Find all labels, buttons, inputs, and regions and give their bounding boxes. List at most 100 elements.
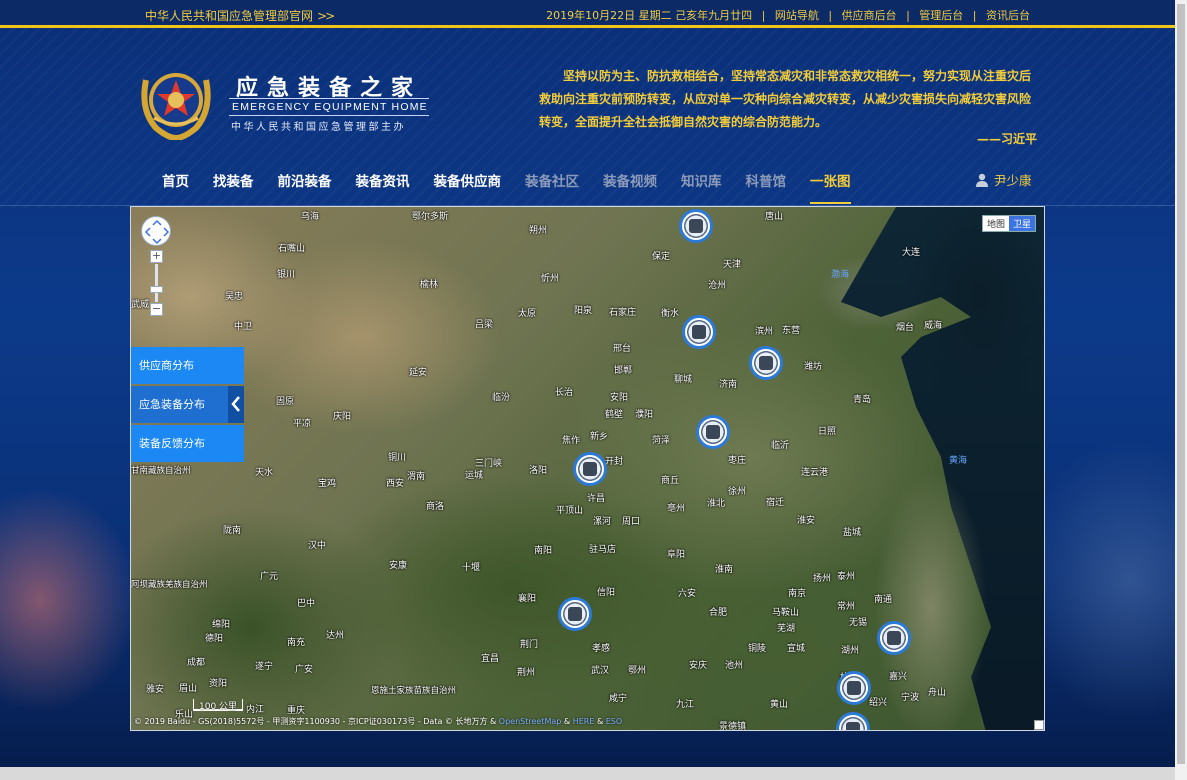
map-label: 湖州 xyxy=(841,646,860,656)
map-label: 榆林 xyxy=(420,280,439,290)
map-label: 六安 xyxy=(678,589,697,599)
map-label: 宁波 xyxy=(901,693,920,703)
quote-author: ——习近平 xyxy=(976,132,1037,146)
equipment-marker[interactable] xyxy=(573,452,607,486)
map-label: 十堰 xyxy=(462,563,481,573)
equipment-thumbnail-icon xyxy=(692,325,706,339)
map-label: 固原 xyxy=(276,397,295,407)
map-label: 枣庄 xyxy=(728,456,747,466)
zoom-in-button[interactable]: + xyxy=(150,250,163,263)
map-label: 景德镇 xyxy=(719,722,747,731)
vertical-scrollbar-thumb[interactable] xyxy=(1177,4,1185,764)
osm-link[interactable]: OpenStreetMap xyxy=(499,717,562,726)
nav-item-community[interactable]: 装备社区 xyxy=(525,168,579,198)
map-label: 舟山 xyxy=(928,688,947,698)
top-right-links: 2019年10月22日 星期二 己亥年九月廿四 | 网站导航 | 供应商后台 |… xyxy=(546,7,1030,23)
horizontal-scrollbar[interactable] xyxy=(0,767,1175,780)
map-label: 咸宁 xyxy=(609,694,628,704)
map-label: 雅安 xyxy=(146,685,165,695)
overview-map-toggle[interactable] xyxy=(1034,720,1044,730)
map-label: 聊城 xyxy=(674,375,693,385)
user-menu[interactable]: 尹少康 xyxy=(975,170,1032,189)
user-name[interactable]: 尹少康 xyxy=(994,170,1032,189)
equipment-marker[interactable] xyxy=(679,209,713,243)
distribution-panel: 供应商分布 应急装备分布 装备反馈分布 xyxy=(131,347,244,464)
equipment-marker[interactable] xyxy=(749,346,783,380)
map-label: 阿坝藏族羌族自治州 xyxy=(131,580,208,590)
zoom-slider-handle[interactable] xyxy=(150,286,163,293)
equipment-thumbnail-icon xyxy=(847,681,861,695)
map-label: 邢台 xyxy=(613,344,632,354)
divider xyxy=(229,98,429,99)
map-label: 天津 xyxy=(723,260,742,270)
panel-collapse-button[interactable] xyxy=(228,386,244,423)
map-label: 信阳 xyxy=(597,588,616,598)
map-label: 内江 xyxy=(246,705,265,715)
map-label: 沧州 xyxy=(708,281,727,291)
supplier-backend-link[interactable]: 供应商后台 xyxy=(842,9,897,22)
panel-item-feedback-distribution[interactable]: 装备反馈分布 xyxy=(131,425,244,462)
nav-item-home[interactable]: 首页 xyxy=(162,168,189,198)
nav-item-videos[interactable]: 装备视频 xyxy=(603,168,657,198)
map-label: 濮阳 xyxy=(635,410,654,420)
map-pan-control[interactable] xyxy=(141,216,171,246)
copyright-sep: & xyxy=(563,717,571,726)
official-site-label[interactable]: 中华人民共和国应急管理部官网 xyxy=(145,9,313,23)
map-view[interactable]: 乌海 鄂尔多斯 朔州 保定 唐山 天津 大连 渤海 石嘴山 银川 榆林 忻州 沧… xyxy=(130,206,1045,731)
equipment-marker[interactable] xyxy=(837,671,871,705)
map-label: 绍兴 xyxy=(869,698,888,708)
map-label: 青岛 xyxy=(853,395,872,405)
equipment-thumbnail-icon xyxy=(689,219,703,233)
nav-item-find-equipment[interactable]: 找装备 xyxy=(213,168,254,198)
equipment-marker[interactable] xyxy=(682,315,716,349)
map-label: 南充 xyxy=(287,638,306,648)
map-label: 潍坊 xyxy=(804,362,823,372)
map-label: 漯河 xyxy=(593,517,612,527)
map-label: 九江 xyxy=(676,700,695,710)
map-label: 资阳 xyxy=(209,679,228,689)
nav-item-equipment-news[interactable]: 装备资讯 xyxy=(356,168,410,198)
map-type-map-button[interactable]: 地图 xyxy=(983,216,1009,231)
map-label: 保定 xyxy=(652,252,671,262)
emergency-emblem-logo[interactable] xyxy=(138,60,214,142)
map-label: 商洛 xyxy=(426,502,445,512)
nav-item-one-map[interactable]: 一张图 xyxy=(810,168,851,204)
nav-item-suppliers[interactable]: 装备供应商 xyxy=(434,168,502,198)
map-type-satellite-button[interactable]: 卫星 xyxy=(1008,216,1035,231)
panel-item-supplier-distribution[interactable]: 供应商分布 xyxy=(131,347,244,384)
equipment-thumbnail-icon xyxy=(568,607,582,621)
map-label: 济南 xyxy=(719,380,738,390)
map-label: 乌海 xyxy=(301,212,320,222)
eso-link[interactable]: ESO xyxy=(606,717,622,726)
nav-item-frontier-equipment[interactable]: 前沿装备 xyxy=(278,168,332,198)
map-label: 洛阳 xyxy=(529,466,548,476)
map-label: 荆州 xyxy=(517,668,536,678)
equipment-marker[interactable] xyxy=(696,415,730,449)
map-label: 南阳 xyxy=(534,546,553,556)
zoom-slider-track[interactable] xyxy=(155,264,158,302)
nav-item-knowledge[interactable]: 知识库 xyxy=(681,168,722,198)
equipment-marker[interactable] xyxy=(877,621,911,655)
map-label: 唐山 xyxy=(765,212,784,222)
equipment-thumbnail-icon xyxy=(759,356,773,370)
equipment-thumbnail-icon xyxy=(846,722,860,730)
zoom-out-button[interactable]: − xyxy=(150,303,163,316)
map-label: 眉山 xyxy=(179,684,198,694)
map-copyright: © 2019 Baidu - GS(2018)5572号 - 甲测资字11009… xyxy=(134,716,622,727)
nav-item-science[interactable]: 科普馆 xyxy=(746,168,787,198)
map-label: 开封 xyxy=(605,457,624,467)
map-label: 黄山 xyxy=(770,700,789,710)
map-label: 安阳 xyxy=(610,393,629,403)
site-nav-link[interactable]: 网站导航 xyxy=(775,9,819,22)
map-label: 遂宁 xyxy=(255,662,274,672)
news-backend-link[interactable]: 资讯后台 xyxy=(986,9,1030,22)
official-site-link[interactable]: 中华人民共和国应急管理部官网 >> xyxy=(145,7,335,24)
map-label: 达州 xyxy=(326,631,345,641)
here-link[interactable]: HERE xyxy=(573,717,595,726)
equipment-marker[interactable] xyxy=(558,597,592,631)
map-label: 长治 xyxy=(555,388,574,398)
map-label: 陇南 xyxy=(223,526,242,536)
map-label: 铜川 xyxy=(388,453,407,463)
admin-backend-link[interactable]: 管理后台 xyxy=(919,9,963,22)
map-label: 广安 xyxy=(295,665,314,675)
